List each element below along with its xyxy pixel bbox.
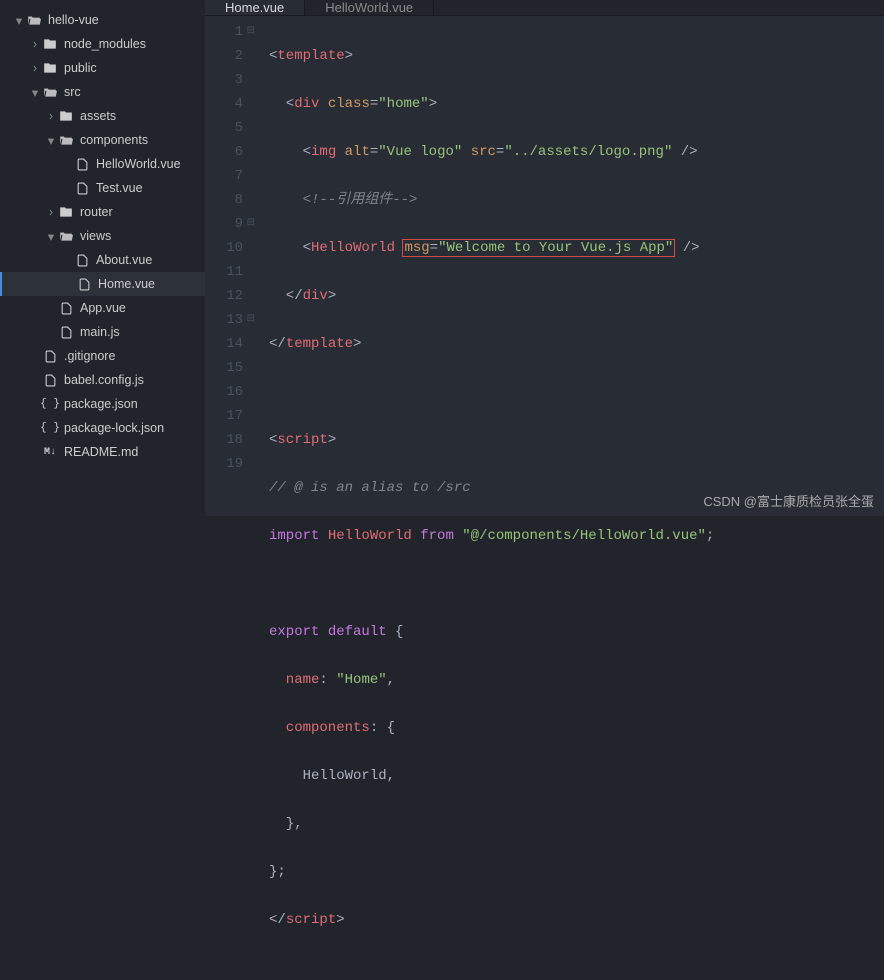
- line-number: 3: [205, 68, 243, 92]
- chevron-icon: ›: [30, 61, 40, 75]
- fold-marker-icon[interactable]: ⊟: [247, 212, 255, 236]
- folder-open-icon: [26, 13, 42, 27]
- tree-item-label: package.json: [64, 397, 138, 411]
- line-number: 10: [205, 236, 243, 260]
- line-number: 13⊟: [205, 308, 243, 332]
- folder-open-icon: [58, 229, 74, 243]
- chevron-icon: ▾: [46, 133, 56, 148]
- tree-item-label: App.vue: [80, 301, 126, 315]
- fold-marker-icon[interactable]: ⊟: [247, 308, 255, 332]
- line-number: 9⊟: [205, 212, 243, 236]
- md-icon: M↓: [42, 447, 58, 458]
- tree-item-package-json[interactable]: { } package.json: [0, 392, 205, 416]
- tree-item-public[interactable]: › public: [0, 56, 205, 80]
- tab-home-vue[interactable]: Home.vue: [205, 0, 305, 15]
- editor-area: Home.vue HelloWorld.vue 1⊟23456789⊟10111…: [205, 0, 884, 516]
- tree-item-label: Test.vue: [96, 181, 143, 195]
- line-number: 5: [205, 116, 243, 140]
- tree-item-helloworld-vue[interactable]: HelloWorld.vue: [0, 152, 205, 176]
- folder-icon: [42, 37, 58, 51]
- line-number: 14: [205, 332, 243, 356]
- tree-item-label: views: [80, 229, 111, 243]
- tree-item-assets[interactable]: › assets: [0, 104, 205, 128]
- line-number: 11: [205, 260, 243, 284]
- tree-item-package-lock-json[interactable]: { } package-lock.json: [0, 416, 205, 440]
- tree-item-label: README.md: [64, 445, 138, 459]
- line-number: 12: [205, 284, 243, 308]
- json-icon: { }: [42, 398, 58, 410]
- tree-item-label: node_modules: [64, 37, 146, 51]
- chevron-icon: ›: [46, 109, 56, 123]
- tab-helloworld-vue[interactable]: HelloWorld.vue: [305, 0, 434, 15]
- line-number: 1⊟: [205, 20, 243, 44]
- tree-item-router[interactable]: › router: [0, 200, 205, 224]
- tree-item-label: src: [64, 85, 81, 99]
- chevron-icon: ▾: [30, 85, 40, 100]
- line-number: 19: [205, 452, 243, 476]
- line-number: 16: [205, 380, 243, 404]
- tree-item-label: assets: [80, 109, 116, 123]
- tree-item-node-modules[interactable]: › node_modules: [0, 32, 205, 56]
- line-number: 7: [205, 164, 243, 188]
- tree-item-home-vue[interactable]: Home.vue: [0, 272, 205, 296]
- tree-item-components[interactable]: ▾ components: [0, 128, 205, 152]
- tree-item-label: babel.config.js: [64, 373, 144, 387]
- file-icon: [74, 182, 90, 195]
- file-icon: [42, 374, 58, 387]
- tree-item-label: router: [80, 205, 113, 219]
- tree-item-babel-config-js[interactable]: babel.config.js: [0, 368, 205, 392]
- folder-icon: [58, 109, 74, 123]
- tree-item-label: components: [80, 133, 148, 147]
- tree-item-app-vue[interactable]: App.vue: [0, 296, 205, 320]
- tree-item-hello-vue[interactable]: ▾ hello-vue: [0, 8, 205, 32]
- file-icon: [74, 254, 90, 267]
- tree-item-label: HelloWorld.vue: [96, 157, 181, 171]
- tree-item--gitignore[interactable]: .gitignore: [0, 344, 205, 368]
- file-explorer: ▾ hello-vue › node_modules › public ▾ src › asset…: [0, 0, 205, 516]
- file-icon: [58, 326, 74, 339]
- tree-item-views[interactable]: ▾ views: [0, 224, 205, 248]
- json-icon: { }: [42, 422, 58, 434]
- tree-item-label: Home.vue: [98, 277, 155, 291]
- tree-item-label: About.vue: [96, 253, 152, 267]
- fold-marker-icon[interactable]: ⊟: [247, 20, 255, 44]
- tree-item-main-js[interactable]: main.js: [0, 320, 205, 344]
- line-number: 2: [205, 44, 243, 68]
- chevron-icon: ▾: [14, 13, 24, 28]
- tree-item-label: hello-vue: [48, 13, 99, 27]
- chevron-icon: ›: [30, 37, 40, 51]
- highlighted-attribute: msg="Welcome to Your Vue.js App": [402, 239, 675, 257]
- line-gutter: 1⊟23456789⊟10111213⊟141516171819: [205, 16, 251, 980]
- tree-item-label: .gitignore: [64, 349, 115, 363]
- folder-open-icon: [42, 85, 58, 99]
- chevron-icon: ›: [46, 205, 56, 219]
- folder-icon: [42, 61, 58, 75]
- tree-item-label: public: [64, 61, 97, 75]
- tab-bar: Home.vue HelloWorld.vue: [205, 0, 884, 16]
- tree-item-src[interactable]: ▾ src: [0, 80, 205, 104]
- file-icon: [76, 278, 92, 291]
- tree-item-readme-md[interactable]: M↓ README.md: [0, 440, 205, 464]
- tree-item-about-vue[interactable]: About.vue: [0, 248, 205, 272]
- folder-icon: [58, 205, 74, 219]
- chevron-icon: ▾: [46, 229, 56, 244]
- tree-item-label: main.js: [80, 325, 120, 339]
- file-icon: [74, 158, 90, 171]
- file-dot-icon: [42, 350, 58, 363]
- tree-item-test-vue[interactable]: Test.vue: [0, 176, 205, 200]
- line-number: 15: [205, 356, 243, 380]
- line-number: 18: [205, 428, 243, 452]
- line-number: 6: [205, 140, 243, 164]
- tree-item-label: package-lock.json: [64, 421, 164, 435]
- file-icon: [58, 302, 74, 315]
- line-number: 4: [205, 92, 243, 116]
- line-number: 17: [205, 404, 243, 428]
- line-number: 8: [205, 188, 243, 212]
- watermark: CSDN @富士康质检员张全蛋: [703, 491, 874, 510]
- folder-open-icon: [58, 133, 74, 147]
